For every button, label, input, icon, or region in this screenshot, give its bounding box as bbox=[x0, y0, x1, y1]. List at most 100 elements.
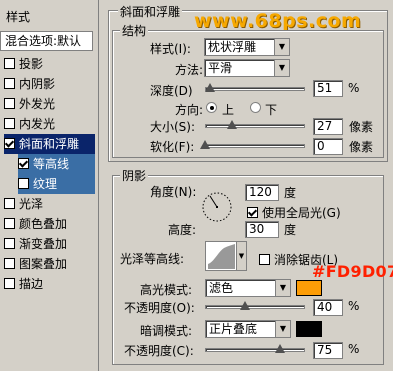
gloss-contour-picker[interactable]: ▼ bbox=[205, 241, 247, 271]
chevron-down-icon: ▼ bbox=[274, 60, 289, 76]
depth-input[interactable]: 51 bbox=[313, 80, 343, 97]
style-item-label: 外发光 bbox=[19, 97, 56, 111]
soften-unit: 像素 bbox=[349, 140, 374, 154]
gloss-contour-label: 光泽等高线: bbox=[120, 252, 185, 266]
styles-title: 样式 bbox=[6, 10, 31, 24]
style-item-checkbox[interactable] bbox=[18, 158, 29, 169]
angle-unit: 度 bbox=[284, 186, 297, 200]
shadow-mode-select[interactable]: 正片叠底 ▼ bbox=[205, 320, 291, 338]
shadow-mode-label: 暗调模式: bbox=[140, 324, 193, 338]
style-item-label: 光泽 bbox=[19, 197, 44, 211]
style-item-label: 内阴影 bbox=[19, 77, 56, 91]
method-label: 方法: bbox=[175, 63, 204, 77]
depth-slider[interactable] bbox=[205, 87, 305, 91]
style-item[interactable]: 内发光 bbox=[4, 114, 95, 134]
shadow-color-swatch[interactable] bbox=[296, 321, 322, 337]
style-item[interactable]: 光泽 bbox=[4, 194, 95, 214]
highlight-mode-label: 高光模式: bbox=[140, 283, 193, 297]
shadow-opacity-slider[interactable] bbox=[205, 348, 305, 352]
direction-up-label: 上 bbox=[222, 103, 235, 117]
style-item-checkbox[interactable] bbox=[4, 118, 15, 129]
method-select-value: 平滑 bbox=[208, 61, 233, 75]
style-item[interactable]: 颜色叠加 bbox=[4, 214, 95, 234]
angle-input[interactable]: 120 bbox=[245, 184, 279, 201]
anti-alias-check[interactable] bbox=[259, 254, 270, 265]
size-unit: 像素 bbox=[349, 120, 374, 134]
style-item[interactable]: 等高线 bbox=[18, 154, 95, 174]
blending-options-item[interactable]: 混合选项:默认 bbox=[0, 31, 93, 51]
altitude-unit: 度 bbox=[284, 223, 297, 237]
style-item[interactable]: 图案叠加 bbox=[4, 254, 95, 274]
style-item-label: 纹理 bbox=[33, 177, 58, 191]
direction-down-label: 下 bbox=[265, 103, 278, 117]
style-item-label: 描边 bbox=[19, 277, 44, 291]
style-item-checkbox[interactable] bbox=[4, 58, 15, 69]
shading-title: 阴影 bbox=[120, 167, 149, 184]
direction-down-radio[interactable] bbox=[250, 102, 261, 113]
style-item[interactable]: 外发光 bbox=[4, 94, 95, 114]
style-item-checkbox[interactable] bbox=[4, 98, 15, 109]
angle-label: 角度(N): bbox=[150, 185, 197, 199]
style-item-checkbox[interactable] bbox=[4, 238, 15, 249]
style-item-label: 斜面和浮雕 bbox=[19, 137, 80, 151]
depth-slider-thumb[interactable] bbox=[205, 83, 215, 92]
bevel-title: 斜面和浮雕 bbox=[118, 3, 183, 20]
altitude-input[interactable]: 30 bbox=[245, 221, 279, 238]
style-item-checkbox[interactable] bbox=[4, 278, 15, 289]
size-label: 大小(S): bbox=[150, 120, 196, 134]
soften-label: 软化(F): bbox=[150, 140, 195, 154]
highlight-opacity-unit: % bbox=[348, 299, 360, 313]
color-annotation: #FD9D07 bbox=[312, 262, 393, 281]
style-item[interactable]: 纹理 bbox=[18, 174, 95, 194]
style-select[interactable]: 枕状浮雕 ▼ bbox=[204, 38, 290, 56]
style-item-checkbox[interactable] bbox=[4, 78, 15, 89]
highlight-mode-select[interactable]: 滤色 ▼ bbox=[205, 279, 291, 297]
shadow-opacity-input[interactable]: 75 bbox=[313, 342, 343, 359]
highlight-opacity-label: 不透明度(O): bbox=[124, 301, 195, 315]
highlight-color-swatch[interactable] bbox=[296, 280, 322, 296]
style-item-checkbox[interactable] bbox=[18, 178, 29, 189]
highlight-opacity-input[interactable]: 40 bbox=[313, 299, 343, 316]
style-item[interactable]: 内阴影 bbox=[4, 74, 95, 94]
style-item-checkbox[interactable] bbox=[4, 218, 15, 229]
style-item[interactable]: 投影 bbox=[4, 54, 95, 74]
highlight-opacity-slider[interactable] bbox=[205, 305, 305, 309]
shadow-opacity-label: 不透明度(C): bbox=[124, 344, 194, 358]
style-item[interactable]: 斜面和浮雕 bbox=[4, 134, 95, 154]
depth-label: 深度(D) bbox=[150, 84, 193, 98]
style-item-checkbox[interactable] bbox=[4, 138, 15, 149]
style-item[interactable]: 渐变叠加 bbox=[4, 234, 95, 254]
soften-input[interactable]: 0 bbox=[313, 138, 343, 155]
use-global-light-checkbox[interactable]: 使用全局光(G) bbox=[247, 204, 341, 221]
style-item[interactable]: 描边 bbox=[4, 274, 95, 294]
angle-dial[interactable] bbox=[200, 190, 234, 224]
soften-slider-thumb[interactable] bbox=[200, 140, 210, 149]
style-item-label: 投影 bbox=[19, 57, 44, 71]
chevron-down-icon: ▼ bbox=[275, 280, 290, 296]
style-select-value: 枕状浮雕 bbox=[208, 40, 257, 54]
chevron-down-icon: ▼ bbox=[275, 321, 290, 337]
direction-label: 方向: bbox=[175, 103, 204, 117]
size-input[interactable]: 27 bbox=[313, 118, 343, 135]
style-item-label: 渐变叠加 bbox=[19, 237, 68, 251]
method-select[interactable]: 平滑 ▼ bbox=[204, 59, 290, 77]
style-item-label: 内发光 bbox=[19, 117, 56, 131]
size-slider[interactable] bbox=[205, 124, 305, 128]
style-item-checkbox[interactable] bbox=[4, 258, 15, 269]
shadow-opacity-thumb[interactable] bbox=[275, 344, 285, 353]
highlight-opacity-thumb[interactable] bbox=[240, 301, 250, 310]
chevron-down-icon: ▼ bbox=[274, 39, 289, 55]
style-item-label: 等高线 bbox=[33, 157, 70, 171]
soften-slider[interactable] bbox=[205, 144, 305, 148]
contour-curve-icon bbox=[208, 244, 235, 269]
depth-unit: % bbox=[348, 81, 360, 95]
shadow-opacity-unit: % bbox=[348, 342, 360, 356]
size-slider-thumb[interactable] bbox=[227, 120, 237, 129]
style-item-checkbox[interactable] bbox=[4, 198, 15, 209]
shadow-mode-value: 正片叠底 bbox=[209, 322, 258, 336]
structure-title: 结构 bbox=[120, 22, 149, 39]
style-item-label: 图案叠加 bbox=[19, 257, 68, 271]
direction-up-radio[interactable] bbox=[206, 102, 217, 113]
altitude-label: 高度: bbox=[168, 223, 197, 237]
global-light-check[interactable] bbox=[247, 207, 258, 218]
